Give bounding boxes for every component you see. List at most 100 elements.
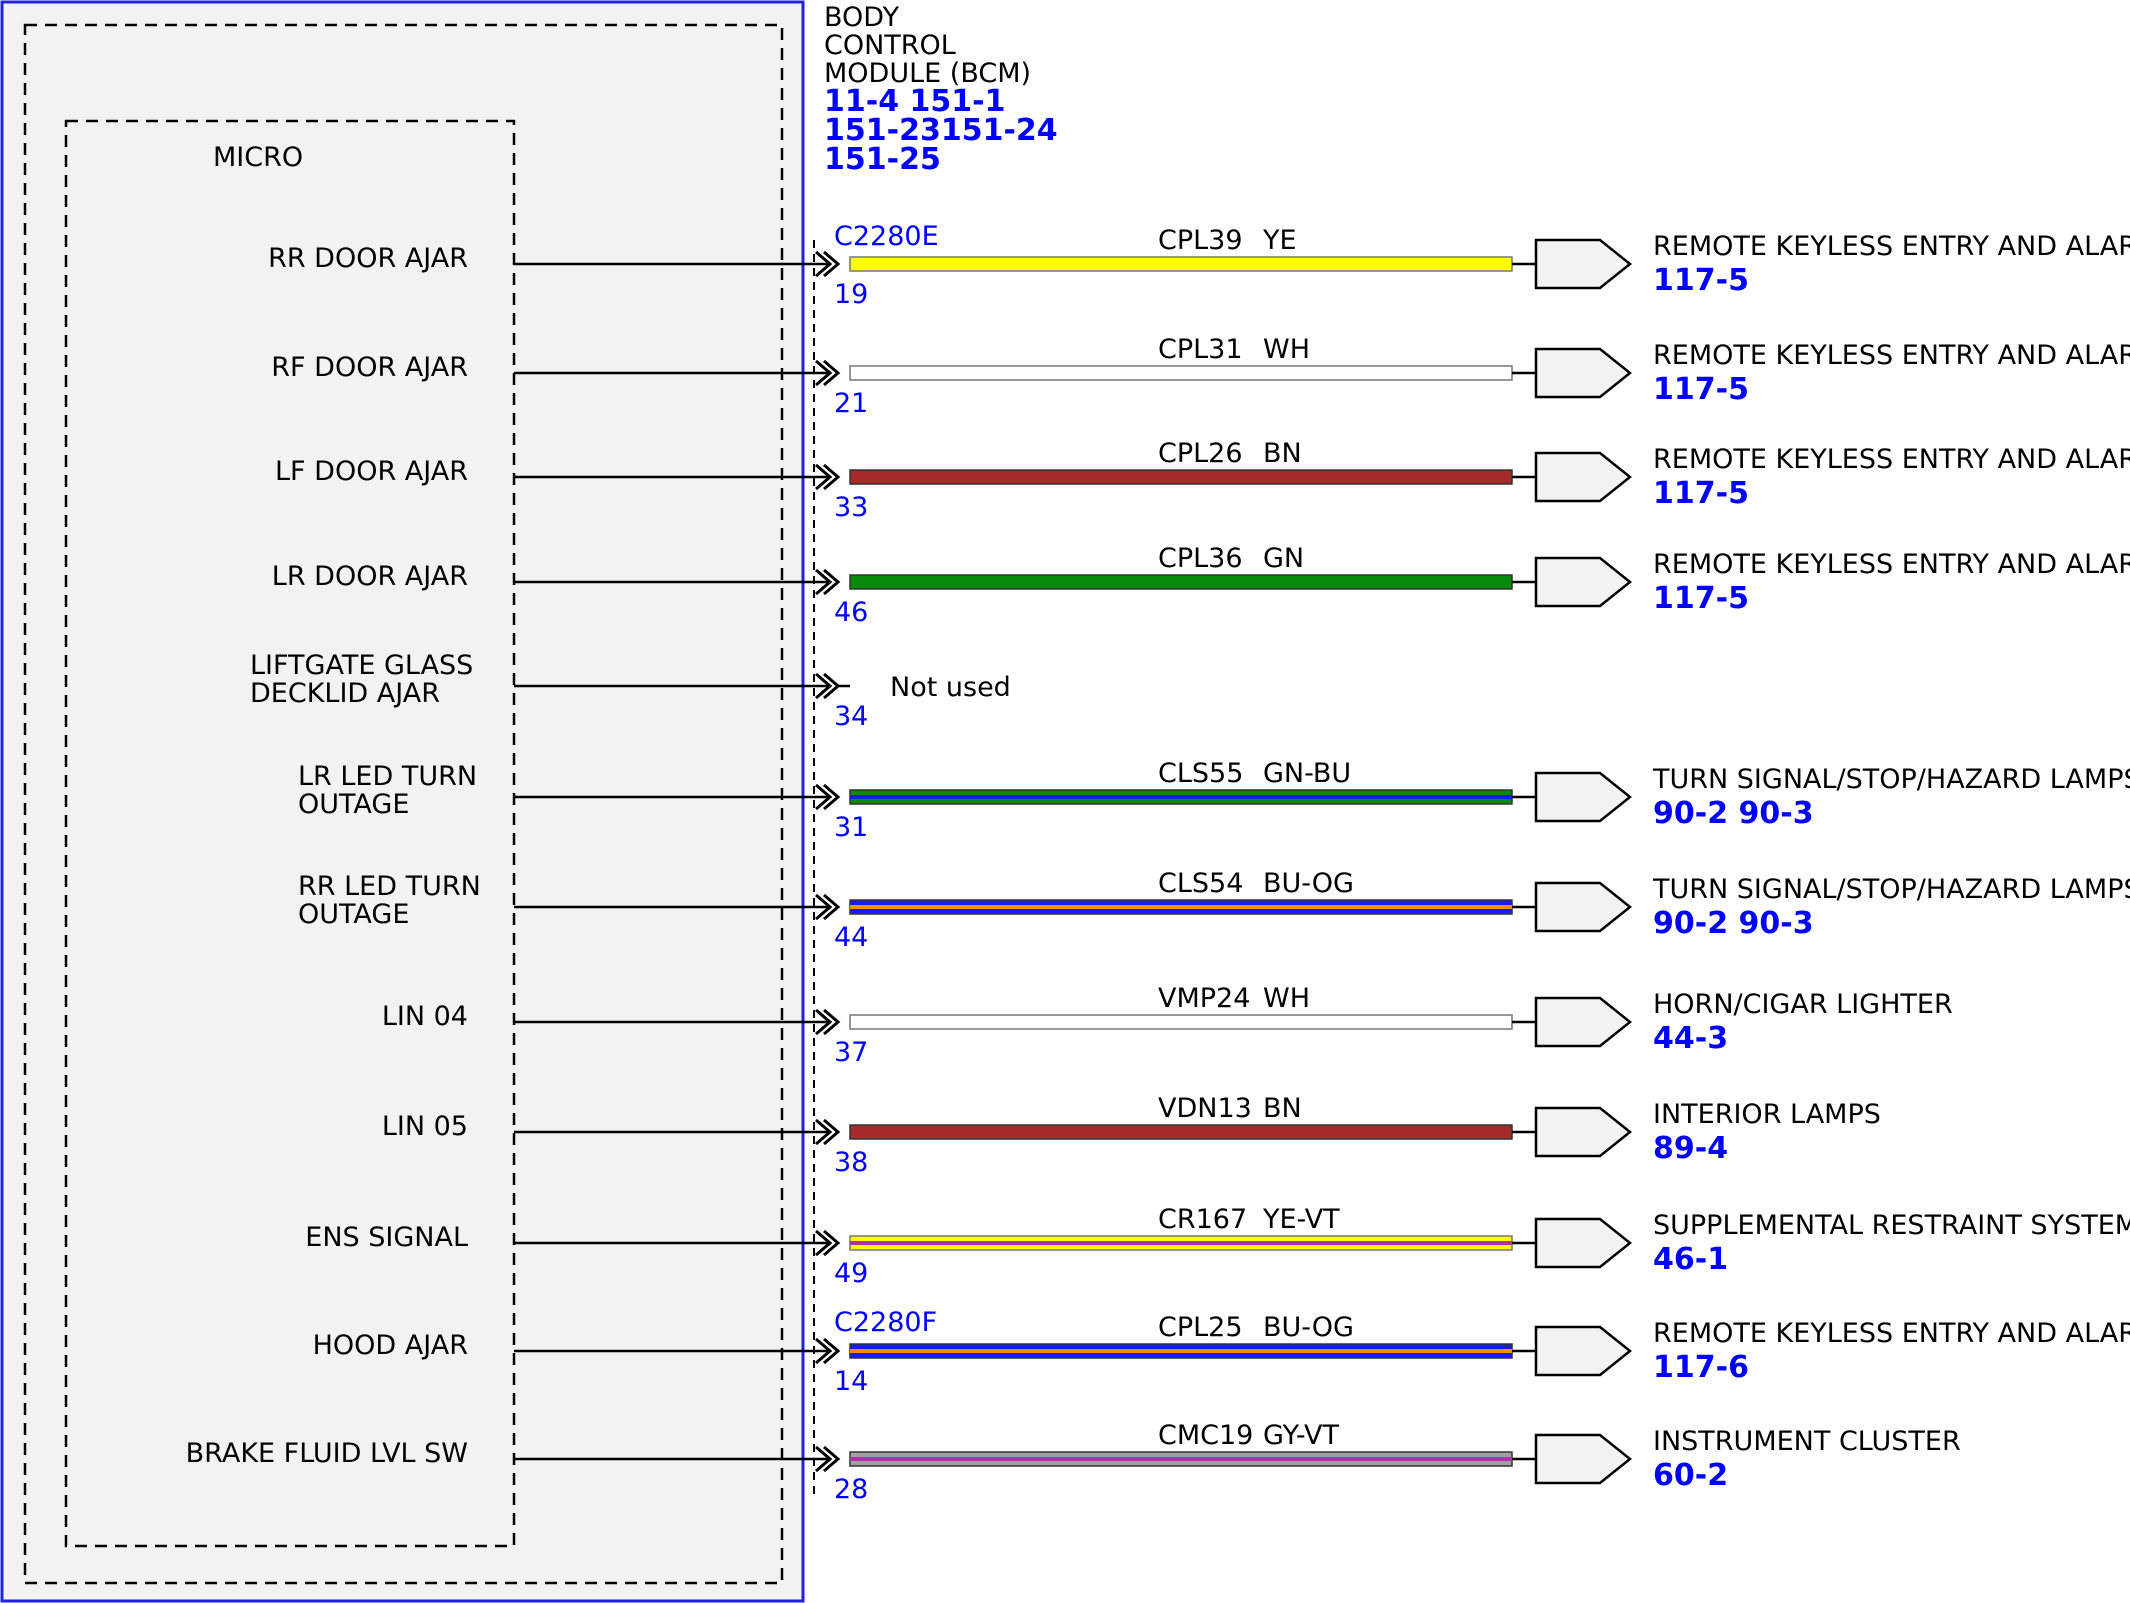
pin-number: 38	[834, 1147, 868, 1178]
circuit-label: RR DOOR AJAR	[268, 243, 468, 274]
destination-label: SUPPLEMENTAL RESTRAINT SYSTEM	[1653, 1210, 2130, 1241]
pin-number: 28	[834, 1474, 868, 1505]
destination-label: HORN/CIGAR LIGHTER	[1653, 989, 1953, 1020]
destination-ref-link[interactable]: 117-5	[1653, 581, 1749, 616]
wire-color-code: BN	[1263, 438, 1302, 469]
wire-color-code: YE-VT	[1262, 1204, 1340, 1235]
circuit-code: CLS55	[1158, 758, 1243, 789]
module-title-line-2: CONTROL	[824, 30, 956, 61]
wire-color-code: BN	[1263, 1093, 1302, 1124]
destination-ref-link[interactable]: 117-5	[1653, 263, 1749, 298]
wire-tracer-stripe	[850, 1457, 1512, 1461]
circuit-label: BRAKE FLUID LVL SW	[186, 1438, 468, 1469]
destination-arrow	[1534, 881, 1633, 933]
destination-arrow	[1534, 1433, 1633, 1485]
circuit-code: CPL36	[1158, 543, 1243, 574]
destination-label: INTERIOR LAMPS	[1653, 1099, 1881, 1130]
circuit-label-line-2: OUTAGE	[298, 899, 409, 930]
module-title-line-1: BODY	[824, 2, 900, 33]
destination-arrow	[1534, 1217, 1633, 1269]
circuit-label: LIN 05	[382, 1111, 468, 1142]
circuit-code: CPL39	[1158, 225, 1243, 256]
pin-number: 49	[834, 1258, 868, 1289]
pin-number: 37	[834, 1037, 868, 1068]
circuit-code: CPL25	[1158, 1312, 1243, 1343]
destination-ref-link[interactable]: 90-2 90-3	[1653, 796, 1814, 831]
circuit-code: CLS54	[1158, 868, 1243, 899]
destination-ref-link[interactable]: 89-4	[1653, 1131, 1728, 1166]
wire	[849, 365, 1513, 381]
circuit-code: CPL26	[1158, 438, 1243, 469]
pin-number: 44	[834, 922, 868, 953]
circuit-code: CMC19	[1158, 1420, 1253, 1451]
destination-arrow	[1534, 771, 1633, 823]
circuit-label-line-2: OUTAGE	[298, 789, 409, 820]
wire-color-code: GN	[1263, 543, 1304, 574]
destination-arrow	[1534, 1325, 1633, 1377]
destination-arrow	[1534, 996, 1633, 1048]
wire-tracer-stripe	[850, 1349, 1512, 1353]
circuit-label-line-1: LIFTGATE GLASS	[250, 650, 473, 681]
circuit-label: LR DOOR AJAR	[272, 561, 468, 592]
destination-ref-link[interactable]: 117-6	[1653, 1350, 1749, 1385]
destination-arrow	[1534, 347, 1633, 399]
wire-color-code: WH	[1263, 334, 1310, 365]
destination-label: REMOTE KEYLESS ENTRY AND ALARM	[1653, 549, 2130, 580]
pin-number: 14	[834, 1366, 868, 1397]
wire-tracer-stripe	[850, 795, 1512, 799]
wire	[849, 256, 1513, 272]
destination-ref-link[interactable]: 60-2	[1653, 1458, 1728, 1493]
circuit-code: CR167	[1158, 1204, 1247, 1235]
pin-number: 34	[834, 701, 868, 732]
destination-ref-link[interactable]: 46-1	[1653, 1242, 1728, 1277]
destination-ref-link[interactable]: 90-2 90-3	[1653, 906, 1814, 941]
wiring-diagram: MICRO BODY CONTROL MODULE (BCM) 11-4 151…	[0, 0, 2130, 1603]
wire-tracer-stripe	[850, 1241, 1512, 1245]
wire-color-code: GY-VT	[1263, 1420, 1339, 1451]
destination-arrow	[1534, 238, 1633, 290]
circuit-label: LF DOOR AJAR	[275, 456, 468, 487]
circuit-label: HOOD AJAR	[313, 1330, 468, 1361]
not-used-label: Not used	[890, 672, 1011, 703]
destination-label: REMOTE KEYLESS ENTRY AND ALARM	[1653, 231, 2130, 262]
circuit-code: VDN13	[1158, 1093, 1252, 1124]
wire-color-code: BU-OG	[1263, 1312, 1354, 1343]
wire-color-code: WH	[1263, 983, 1310, 1014]
pin-number: 21	[834, 388, 868, 419]
wire	[849, 1124, 1513, 1140]
destination-arrow	[1534, 556, 1633, 608]
connector-label-c2280f: C2280F	[834, 1307, 937, 1338]
destination-ref-link[interactable]: 44-3	[1653, 1021, 1728, 1056]
connector-label-c2280e: C2280E	[834, 221, 939, 252]
micro-label: MICRO	[213, 142, 303, 173]
pin-number: 31	[834, 812, 868, 843]
destination-ref-link[interactable]: 117-5	[1653, 372, 1749, 407]
circuit-label: ENS SIGNAL	[305, 1222, 468, 1253]
wire-color-code: BU-OG	[1263, 868, 1354, 899]
wire	[849, 469, 1513, 485]
destination-label: TURN SIGNAL/STOP/HAZARD LAMPS	[1652, 764, 2130, 795]
pin-number: 19	[834, 279, 868, 310]
circuit-label: RF DOOR AJAR	[271, 352, 468, 383]
destination-label: REMOTE KEYLESS ENTRY AND ALARM	[1653, 1318, 2130, 1349]
module-ref-line-3[interactable]: 151-25	[824, 142, 941, 177]
pin-number: 33	[834, 492, 868, 523]
pin-number: 46	[834, 597, 868, 628]
circuit-label-line-1: RR LED TURN	[298, 871, 481, 902]
destination-label: INSTRUMENT CLUSTER	[1653, 1426, 1961, 1457]
wire	[849, 574, 1513, 590]
wire	[849, 1014, 1513, 1030]
circuit-code: VMP24	[1158, 983, 1250, 1014]
destination-label: REMOTE KEYLESS ENTRY AND ALARM	[1653, 340, 2130, 371]
destination-ref-link[interactable]: 117-5	[1653, 476, 1749, 511]
circuit-label-line-1: LR LED TURN	[298, 761, 477, 792]
circuit-code: CPL31	[1158, 334, 1243, 365]
destination-arrow	[1534, 451, 1633, 503]
destination-arrow	[1534, 1106, 1633, 1158]
wire-tracer-stripe	[850, 905, 1512, 909]
circuit-label: LIN 04	[382, 1001, 468, 1032]
destination-label: TURN SIGNAL/STOP/HAZARD LAMPS	[1652, 874, 2130, 905]
destination-label: REMOTE KEYLESS ENTRY AND ALARM	[1653, 444, 2130, 475]
wire-color-code: GN-BU	[1263, 758, 1351, 789]
wire-color-code: YE	[1262, 225, 1297, 256]
